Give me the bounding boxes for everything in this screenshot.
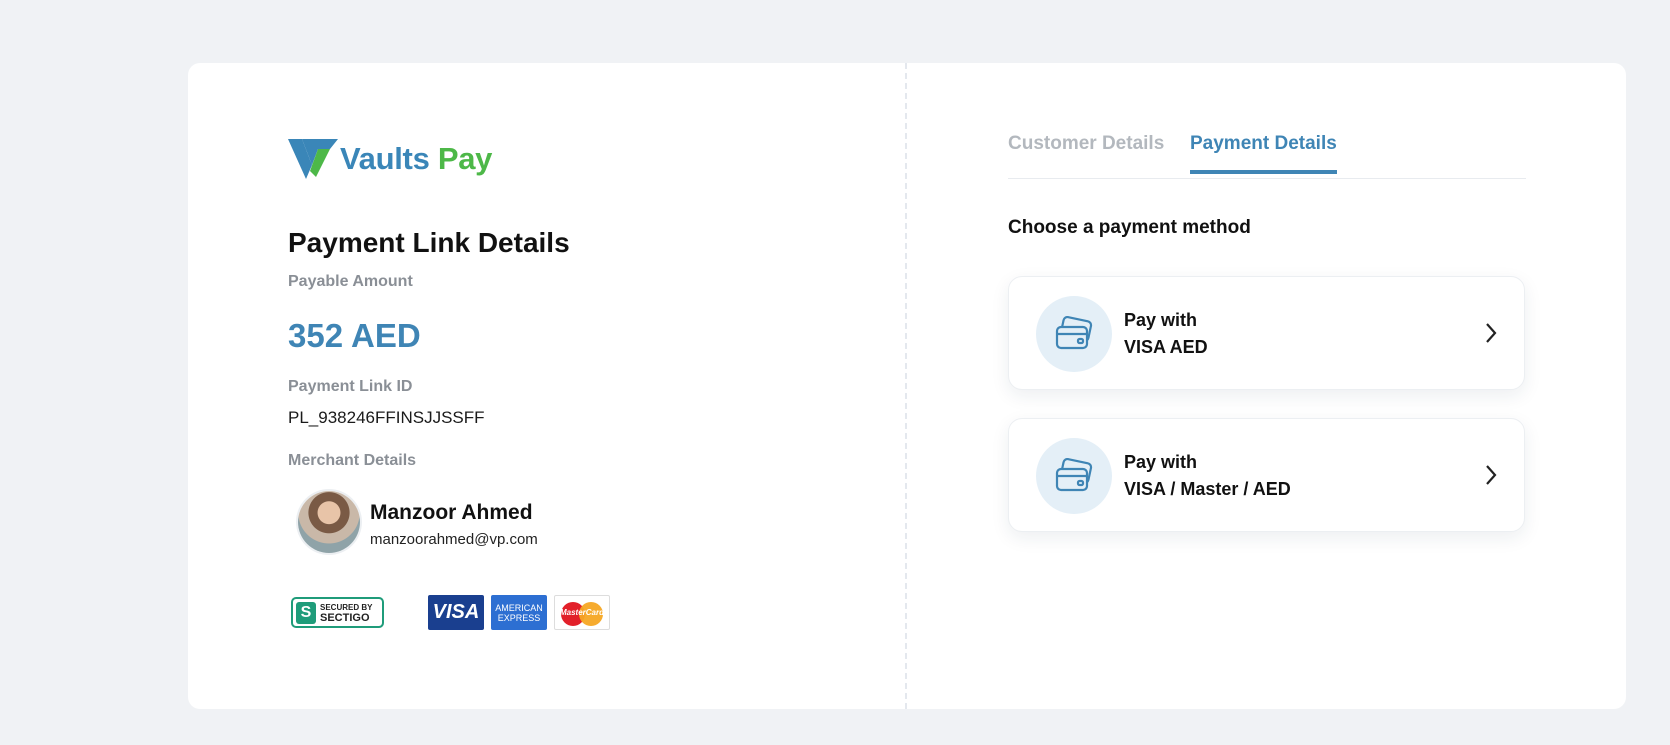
pay-with-visa-master-aed-button[interactable]: Pay with VISA / Master / AED	[1008, 418, 1525, 532]
credit-card-icon	[1036, 438, 1112, 514]
method-line2: VISA AED	[1124, 337, 1208, 357]
merchant-details-label: Merchant Details	[288, 452, 417, 469]
vaultspay-logo-text: Vaults Pay	[340, 141, 493, 176]
sectigo-badge: S SECURED BY SECTIGO	[291, 597, 384, 628]
tab-payment-details[interactable]: Payment Details	[1190, 133, 1337, 174]
choose-payment-method-heading: Choose a payment method	[1008, 217, 1251, 238]
payable-amount-label: Payable Amount	[288, 273, 413, 290]
chevron-right-icon	[1486, 465, 1497, 485]
amex-line1: AMERICAN	[495, 602, 543, 613]
method-line2: VISA / Master / AED	[1124, 479, 1291, 499]
mastercard-logo: MasterCard	[554, 595, 610, 630]
method-line1: Pay with	[1124, 452, 1198, 472]
vaultspay-logo-mark-icon	[288, 139, 338, 179]
merchant-avatar	[298, 491, 360, 553]
payment-link-id-label: Payment Link ID	[288, 378, 413, 395]
vaultspay-logo: Vaults Pay	[288, 137, 492, 181]
security-badges: S SECURED BY SECTIGO VISA AMERICAN EXPRE…	[291, 595, 617, 630]
credit-card-icon	[1036, 296, 1112, 372]
amex-line2: EXPRESS	[497, 612, 541, 623]
payment-card: Vaults Pay Payment Link Details Payable …	[188, 63, 1626, 709]
tab-customer-details[interactable]: Customer Details	[1008, 133, 1164, 165]
sectigo-line1: SECURED BY	[320, 602, 373, 612]
details-tabs: Customer Details Payment Details	[1008, 133, 1526, 179]
merchant-email: manzoorahmed@vp.com	[370, 531, 538, 548]
pay-with-visa-aed-button[interactable]: Pay with VISA AED	[1008, 276, 1525, 390]
amex-logo: AMERICAN EXPRESS	[491, 595, 547, 630]
page-title: Payment Link Details	[288, 227, 570, 258]
payment-link-id-value: PL_938246FFINSJJSSFF	[288, 408, 485, 427]
visa-logo: VISA	[428, 595, 484, 630]
chevron-right-icon	[1486, 323, 1497, 343]
merchant-name: Manzoor Ahmed	[370, 501, 533, 524]
payable-amount-value: 352 AED	[288, 317, 421, 354]
sectigo-line2: SECTIGO	[320, 611, 370, 624]
panel-divider	[905, 63, 907, 709]
sectigo-shield-icon: S	[296, 601, 316, 624]
mastercard-text: MasterCard	[559, 608, 604, 617]
method-line1: Pay with	[1124, 310, 1198, 330]
